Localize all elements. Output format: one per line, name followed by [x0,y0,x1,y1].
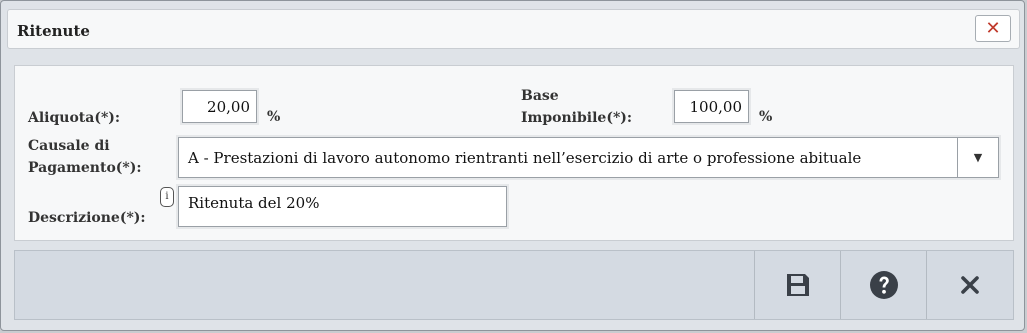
descrizione-label: Descrizione(*): [28,210,146,226]
dropdown-toggle[interactable]: ▼ [957,138,998,177]
base-imponibile-input[interactable]: 100,00 [674,90,749,123]
help-icon [869,270,899,300]
help-button[interactable] [840,251,926,319]
cancel-button[interactable] [926,251,1013,319]
aliquota-unit: % [267,109,281,125]
base-imponibile-label-line1: Base [521,88,559,104]
close-icon [959,274,981,296]
dialog-title: Ritenute [17,22,90,40]
descrizione-input[interactable]: Ritenuta del 20% [178,186,507,227]
save-icon [784,271,812,299]
dialog-close-button[interactable]: ✕ [975,15,1011,42]
chevron-down-icon: ▼ [973,151,983,164]
base-imponibile-unit: % [759,109,773,125]
causale-select[interactable]: A - Prestazioni di lavoro autonomo rient… [178,137,999,178]
footer-toolbar [14,250,1014,320]
aliquota-label: Aliquota(*): [28,110,121,126]
causale-label-line1: Causale di [28,138,110,154]
info-icon[interactable]: i [160,187,174,207]
dialog-titlebar: Ritenute ✕ [7,9,1020,49]
causale-selected-value: A - Prestazioni di lavoro autonomo rient… [188,149,862,167]
save-button[interactable] [754,251,840,319]
aliquota-input[interactable]: 20,00 [182,90,257,123]
ritenute-dialog: Ritenute ✕ Aliquota(*): 20,00 % Base Imp… [0,0,1025,331]
base-imponibile-label-line2: Imponibile(*): [521,110,633,126]
close-icon: ✕ [985,17,1001,39]
causale-label-line2: Pagamento(*): [28,160,142,176]
